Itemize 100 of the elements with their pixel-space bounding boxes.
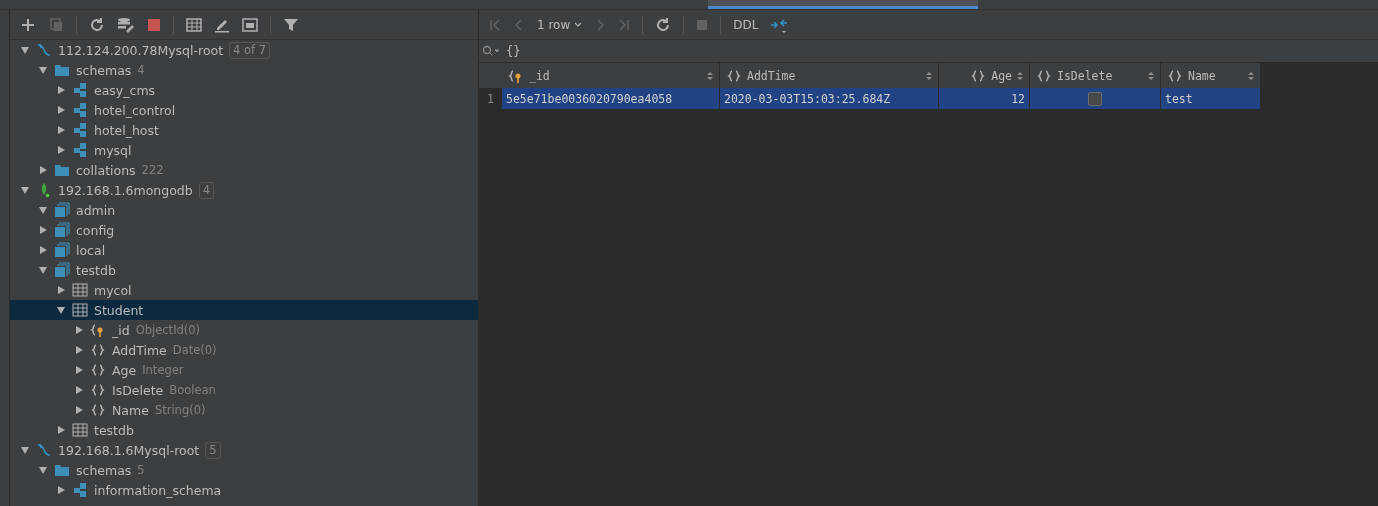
sort-icon[interactable] <box>707 70 713 81</box>
tree-item[interactable]: collations 222 <box>10 160 478 180</box>
expand-arrow-icon[interactable] <box>56 485 66 495</box>
refresh-icon[interactable] <box>655 16 672 33</box>
expand-arrow-icon[interactable] <box>56 105 66 115</box>
expand-arrow-icon[interactable] <box>38 225 48 235</box>
tree-item[interactable]: _id ObjectId(0) <box>10 320 478 340</box>
item-detail: 5 <box>137 463 145 477</box>
expand-arrow-icon[interactable] <box>38 245 48 255</box>
tree-item[interactable]: easy_cms <box>10 80 478 100</box>
tree-item[interactable]: schemas 5 <box>10 460 478 480</box>
database-wrench-icon[interactable] <box>117 16 135 33</box>
tree-item[interactable]: hotel_host <box>10 120 478 140</box>
dolphin-icon <box>36 442 52 458</box>
table-cell: 12 <box>939 88 1030 109</box>
schema-icon <box>72 122 88 138</box>
expand-arrow-icon[interactable] <box>38 65 48 75</box>
stop-icon[interactable] <box>147 17 161 32</box>
item-detail: Date(0) <box>172 343 217 357</box>
expand-arrow-icon[interactable] <box>74 385 84 395</box>
tree-item[interactable]: admin <box>10 200 478 220</box>
tree-label: schemas <box>76 462 132 478</box>
rows-dropdown[interactable]: 1 row <box>537 17 583 32</box>
filter-icon[interactable] <box>283 16 299 33</box>
braces-icon <box>90 362 106 378</box>
tree-item[interactable]: testdb <box>10 420 478 440</box>
tree-label: Age <box>112 362 137 378</box>
expand-arrow-icon[interactable] <box>74 325 84 335</box>
tree-item[interactable]: AddTime Date(0) <box>10 340 478 360</box>
console-icon[interactable] <box>242 16 258 33</box>
stack-icon <box>54 222 70 238</box>
tree-item[interactable]: IsDelete Boolean <box>10 380 478 400</box>
tree-item[interactable]: mysql <box>10 140 478 160</box>
expand-arrow-icon[interactable] <box>56 145 66 155</box>
tree-item[interactable]: 112.124.200.78Mysql-root 4 of 7 <box>10 40 478 60</box>
tree-label: schemas <box>76 62 132 78</box>
tree-item[interactable]: local <box>10 240 478 260</box>
refresh-icon[interactable] <box>89 16 105 33</box>
tree-item[interactable]: 192.168.1.6mongodb 4 <box>10 180 478 200</box>
table-icon[interactable] <box>186 16 202 33</box>
tree-item[interactable]: Name String(0) <box>10 400 478 420</box>
item-detail: ObjectId(0) <box>135 323 201 337</box>
sort-icon[interactable] <box>1017 70 1023 81</box>
tree-item[interactable]: mycol <box>10 280 478 300</box>
braces-icon <box>726 67 742 84</box>
tree-label: Student <box>94 302 144 318</box>
expand-arrow-icon[interactable] <box>56 425 66 435</box>
expand-arrow-icon[interactable] <box>74 365 84 375</box>
checkbox[interactable] <box>1088 91 1102 106</box>
tree-item[interactable]: hotel_control <box>10 100 478 120</box>
tree-label: AddTime <box>112 342 167 358</box>
braces-icon <box>970 67 987 84</box>
expand-arrow-icon[interactable] <box>20 185 30 195</box>
table-cell: 5e5e71be0036020790ea4058 <box>502 88 720 109</box>
tree-label: testdb <box>76 262 116 278</box>
tree-item[interactable]: Age Integer <box>10 360 478 380</box>
sort-icon[interactable] <box>926 70 932 81</box>
column-name: Name <box>1188 68 1216 83</box>
braces-icon <box>90 382 106 398</box>
expand-arrow-icon[interactable] <box>38 205 48 215</box>
schema-icon <box>72 102 88 118</box>
tree-label: testdb <box>94 422 134 438</box>
expand-arrow-icon[interactable] <box>38 265 48 275</box>
table-icon <box>72 303 88 317</box>
search-icon[interactable] <box>482 45 500 57</box>
expand-arrow-icon[interactable] <box>20 45 30 55</box>
ddl-button[interactable]: DDL <box>733 17 759 32</box>
tree-label: config <box>76 222 115 238</box>
tree-item[interactable]: information_schema <box>10 480 478 500</box>
tree-label: hotel_control <box>94 102 176 118</box>
table-cell: test <box>1161 88 1261 109</box>
expand-arrow-icon[interactable] <box>56 85 66 95</box>
stack-icon <box>54 202 70 218</box>
tree-item[interactable]: testdb <box>10 260 478 280</box>
tree-label: 112.124.200.78Mysql-root <box>58 42 224 58</box>
dolphin-icon <box>36 42 52 58</box>
tree-label: easy_cms <box>94 82 156 98</box>
expand-arrow-icon[interactable] <box>20 445 30 455</box>
tree-item[interactable]: 192.168.1.6Mysql-root 5 <box>10 440 478 460</box>
add-icon[interactable] <box>20 16 36 33</box>
expand-arrow-icon[interactable] <box>56 285 66 295</box>
expand-arrow-icon[interactable] <box>38 465 48 475</box>
folder-icon <box>54 163 70 177</box>
filter-field[interactable]: {} <box>504 43 708 59</box>
column-name: IsDelete <box>1057 68 1113 83</box>
schema-icon <box>72 482 88 498</box>
tree-label: mycol <box>94 282 132 298</box>
sort-icon[interactable] <box>1248 70 1254 81</box>
expand-arrow-icon[interactable] <box>38 165 48 175</box>
tree-item[interactable]: config <box>10 220 478 240</box>
tree-label: IsDelete <box>112 382 164 398</box>
expand-arrow-icon[interactable] <box>56 125 66 135</box>
expand-arrow-icon[interactable] <box>74 345 84 355</box>
tree-label: admin <box>76 202 116 218</box>
column-name: _id <box>529 68 550 83</box>
tree-item[interactable]: schemas 4 <box>10 60 478 80</box>
sort-icon[interactable] <box>1148 70 1154 81</box>
expand-arrow-icon[interactable] <box>56 305 66 315</box>
expand-arrow-icon[interactable] <box>74 405 84 415</box>
tree-item[interactable]: Student <box>10 300 478 320</box>
